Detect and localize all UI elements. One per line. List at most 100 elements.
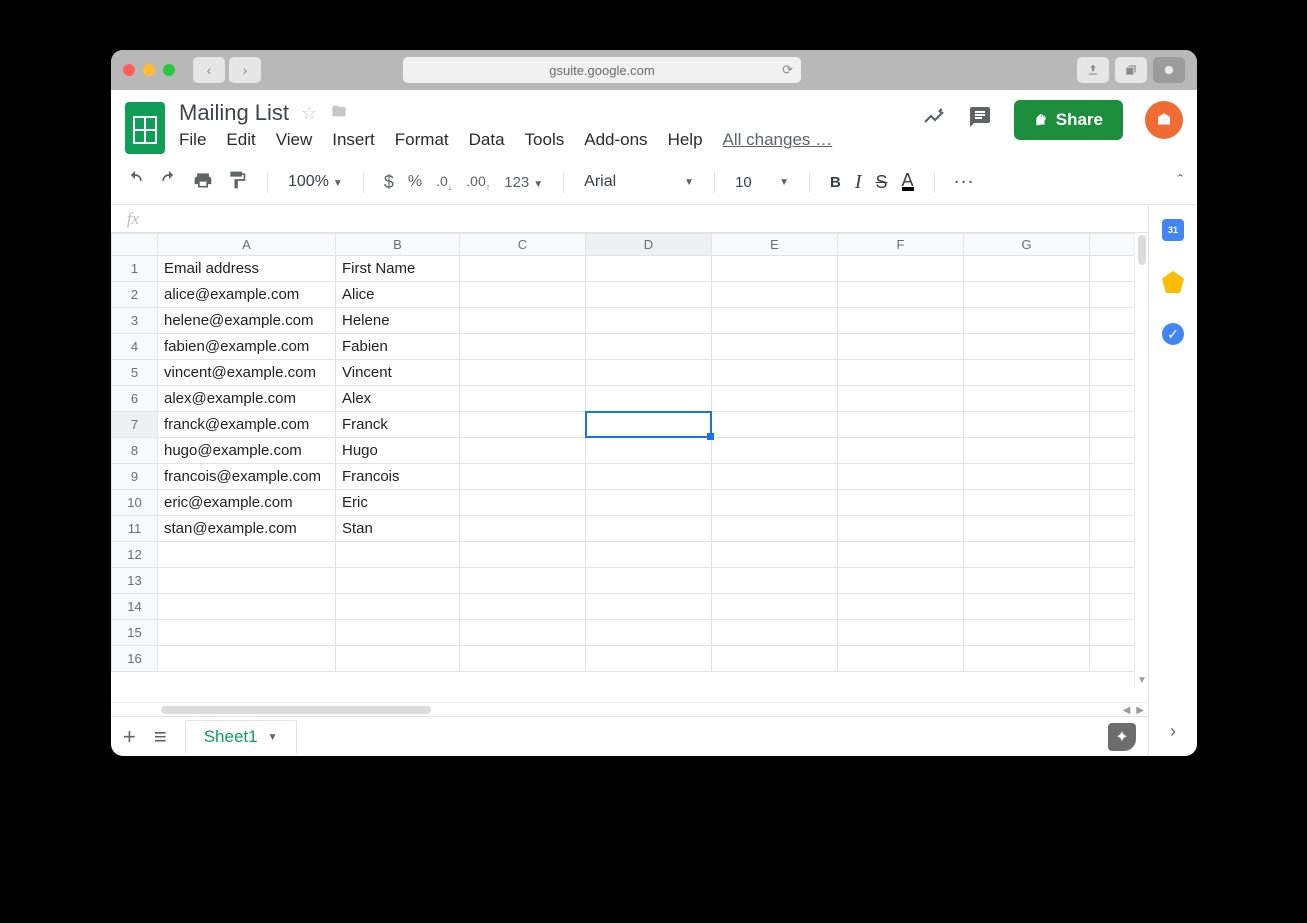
cell[interactable] [712,256,838,282]
cell[interactable] [712,334,838,360]
cell[interactable] [460,386,586,412]
cell[interactable] [336,620,460,646]
settings-icon[interactable] [1153,57,1185,83]
row-header[interactable]: 14 [112,594,158,620]
cell[interactable] [964,386,1090,412]
strikethrough-button[interactable]: S [876,172,888,193]
cell[interactable] [586,594,712,620]
cell[interactable] [460,542,586,568]
cell[interactable] [838,308,964,334]
cell[interactable] [460,568,586,594]
cell[interactable]: Stan [336,516,460,542]
increase-decimal-icon[interactable]: .00↑ [466,173,490,192]
font-family-select[interactable]: Arial [584,173,664,191]
cell[interactable] [586,282,712,308]
row-header[interactable]: 9 [112,464,158,490]
cell[interactable] [964,620,1090,646]
cell[interactable] [838,620,964,646]
cell[interactable] [460,308,586,334]
caret-down-icon[interactable]: ▼ [268,732,278,743]
cell[interactable]: stan@example.com [158,516,336,542]
cell[interactable] [460,256,586,282]
row-header[interactable]: 4 [112,334,158,360]
column-header[interactable]: F [838,234,964,256]
share-browser-icon[interactable] [1077,57,1109,83]
cell[interactable] [158,594,336,620]
cell[interactable] [838,360,964,386]
cell[interactable] [460,464,586,490]
menu-insert[interactable]: Insert [332,130,375,150]
redo-icon[interactable] [159,170,179,194]
cell[interactable] [586,516,712,542]
cell[interactable] [712,412,838,438]
cell[interactable] [712,386,838,412]
star-icon[interactable]: ☆ [301,103,317,124]
scroll-right-icon[interactable]: ▶ [1136,705,1144,716]
cell[interactable]: Francois [336,464,460,490]
menu-data[interactable]: Data [469,130,505,150]
cell[interactable] [712,646,838,672]
document-title[interactable]: Mailing List [179,100,289,126]
cell[interactable] [712,360,838,386]
activity-icon[interactable] [922,105,946,135]
column-header[interactable]: C [460,234,586,256]
cell[interactable] [838,490,964,516]
cell[interactable] [838,516,964,542]
cell[interactable] [838,386,964,412]
print-icon[interactable] [193,170,213,194]
cell[interactable] [586,542,712,568]
cell[interactable] [336,646,460,672]
cell[interactable]: alex@example.com [158,386,336,412]
cell[interactable] [586,464,712,490]
cell[interactable] [158,568,336,594]
tabs-icon[interactable] [1115,57,1147,83]
cell[interactable] [586,568,712,594]
cell[interactable] [460,360,586,386]
maximize-window-icon[interactable] [163,64,175,76]
font-size-select[interactable]: 10 [735,174,759,191]
menu-edit[interactable]: Edit [226,130,255,150]
menu-format[interactable]: Format [395,130,449,150]
cell[interactable]: Alice [336,282,460,308]
collapse-toolbar-icon[interactable]: ˆ [1178,173,1183,191]
cell[interactable] [460,438,586,464]
cell[interactable] [964,594,1090,620]
sheet-tab[interactable]: Sheet1 ▼ [185,720,297,753]
row-header[interactable]: 2 [112,282,158,308]
column-header[interactable]: E [712,234,838,256]
explore-button[interactable]: ✦ [1108,723,1136,751]
vertical-scrollbar[interactable]: ▼ [1134,233,1148,688]
cell[interactable] [964,308,1090,334]
cell[interactable] [838,412,964,438]
close-window-icon[interactable] [123,64,135,76]
cell[interactable] [158,646,336,672]
cell[interactable] [964,334,1090,360]
cell[interactable] [712,516,838,542]
address-bar[interactable]: gsuite.google.com ⟳ [403,57,801,83]
column-header[interactable]: A [158,234,336,256]
cell[interactable] [712,490,838,516]
cell[interactable] [964,568,1090,594]
cell[interactable]: Hugo [336,438,460,464]
column-header[interactable]: G [964,234,1090,256]
row-header[interactable]: 13 [112,568,158,594]
calendar-icon[interactable]: 31 [1162,219,1184,241]
row-header[interactable]: 7 [112,412,158,438]
all-sheets-button[interactable]: ≡ [154,724,167,750]
cell[interactable] [712,568,838,594]
cell[interactable]: eric@example.com [158,490,336,516]
cell[interactable] [838,438,964,464]
cell[interactable] [964,282,1090,308]
cell[interactable] [586,360,712,386]
cell[interactable] [838,464,964,490]
cell[interactable]: Franck [336,412,460,438]
formula-input[interactable] [155,205,1148,232]
menu-file[interactable]: File [179,130,206,150]
tasks-icon[interactable]: ✓ [1162,323,1184,345]
decrease-decimal-icon[interactable]: .0↓ [436,173,452,192]
horizontal-scrollbar[interactable]: ◀ ▶ [111,702,1148,716]
caret-down-icon[interactable]: ▼ [779,177,789,188]
zoom-select[interactable]: 100%▼ [288,173,343,191]
cell[interactable] [964,438,1090,464]
cell[interactable]: franck@example.com [158,412,336,438]
